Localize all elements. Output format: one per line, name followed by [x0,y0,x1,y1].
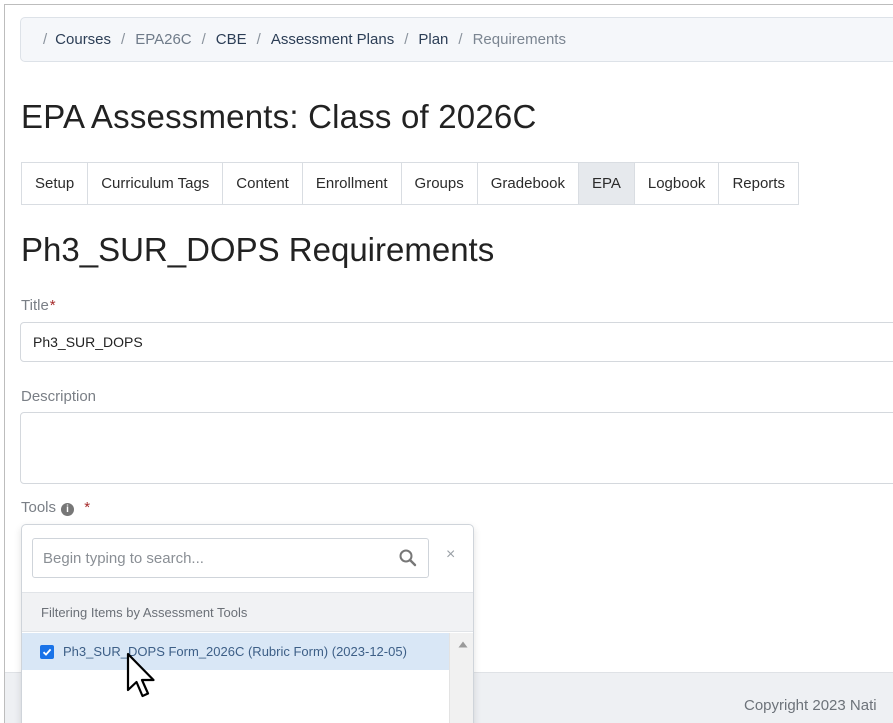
checkbox-checked-icon[interactable] [40,644,54,659]
tab-setup[interactable]: Setup [22,163,89,204]
mouse-cursor-icon [126,652,155,698]
list-item-label: Ph3_SUR_DOPS Form_2026C (Rubric Form) (2… [63,644,407,659]
tools-search-box [32,538,429,578]
required-mark: * [49,297,56,314]
tab-enrollment[interactable]: Enrollment [302,163,402,204]
app-window: / Courses / EPA26C / CBE / Assessment Pl… [4,4,893,723]
scroll-up-arrow-icon[interactable] [458,641,468,648]
breadcrumb-requirements: Requirements [472,31,566,48]
section-title: Ph3_SUR_DOPS Requirements [21,231,495,268]
tab-groups[interactable]: Groups [401,163,478,204]
list-item[interactable]: Ph3_SUR_DOPS Form_2026C (Rubric Form) (2… [22,633,449,670]
checkmark-icon [42,648,52,656]
dropdown-scrollbar[interactable] [449,633,473,723]
tools-search-input[interactable] [43,549,383,567]
course-tabs: Setup Curriculum Tags Content Enrollment… [21,162,799,205]
required-mark: * [84,499,91,516]
breadcrumb-cbe[interactable]: CBE [216,31,247,48]
tab-reports[interactable]: Reports [719,163,799,204]
search-icon[interactable] [398,548,418,568]
breadcrumb: / Courses / EPA26C / CBE / Assessment Pl… [20,17,893,62]
description-label: Description [21,388,97,405]
info-icon[interactable]: i [61,503,75,516]
breadcrumb-plan[interactable]: Plan [418,31,448,48]
title-input[interactable]: Ph3_SUR_DOPS [20,322,893,362]
page-title: EPA Assessments: Class of 2026C [21,98,537,135]
tab-content[interactable]: Content [223,163,303,204]
breadcrumb-epa26c[interactable]: EPA26C [135,31,191,48]
close-icon[interactable]: × [446,547,455,563]
tab-epa[interactable]: EPA [578,163,635,204]
copyright-text: Copyright 2023 Nati [744,697,877,714]
breadcrumb-assessment-plans[interactable]: Assessment Plans [271,31,394,48]
title-label: Title* [21,297,56,314]
description-textarea[interactable] [20,412,893,484]
breadcrumb-courses[interactable]: Courses [55,31,111,48]
tools-label: Tools i * [21,499,91,516]
tools-dropdown: × Filtering Items by Assessment Tools Ph… [21,524,474,723]
filter-header: Filtering Items by Assessment Tools [22,592,473,632]
tab-logbook[interactable]: Logbook [634,163,720,204]
tab-curriculum-tags[interactable]: Curriculum Tags [88,163,224,204]
tab-gradebook[interactable]: Gradebook [477,163,579,204]
